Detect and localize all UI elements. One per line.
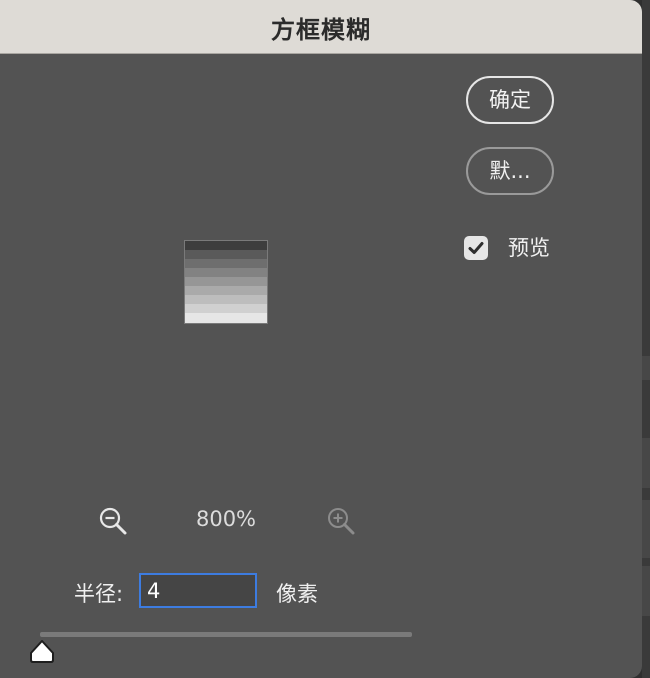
- dialog-title: 方框模糊: [271, 16, 371, 44]
- preview-label[interactable]: 预览: [508, 232, 550, 262]
- blur-preview-image[interactable]: [184, 240, 268, 324]
- radius-slider-track[interactable]: [40, 632, 412, 637]
- zoom-in-icon: [328, 508, 355, 535]
- title-bar[interactable]: 方框模糊: [0, 0, 642, 54]
- checkmark-icon: [468, 242, 484, 254]
- radius-unit-label: 像素: [276, 582, 318, 606]
- background-panel-segment: [642, 438, 650, 488]
- radius-slider-thumb[interactable]: [29, 638, 55, 668]
- zoom-out-icon: [99, 507, 127, 535]
- slider-thumb-icon: [30, 640, 54, 663]
- preview-checkbox[interactable]: [464, 236, 488, 260]
- box-blur-dialog: 方框模糊 确定 默... 预览 800% 半径: 像素: [0, 0, 642, 678]
- default-button[interactable]: 默...: [466, 147, 554, 195]
- zoom-in-button[interactable]: [326, 506, 356, 540]
- background-panel-segment: [642, 566, 650, 616]
- ok-button[interactable]: 确定: [466, 76, 554, 124]
- background-panel-segment: [642, 356, 650, 380]
- radius-input[interactable]: [139, 573, 257, 608]
- radius-label: 半径:: [74, 582, 124, 606]
- zoom-out-button[interactable]: [98, 506, 128, 540]
- zoom-level: 800%: [195, 507, 257, 531]
- background-panel-segment: [642, 500, 650, 558]
- background-window-edge: [642, 0, 650, 678]
